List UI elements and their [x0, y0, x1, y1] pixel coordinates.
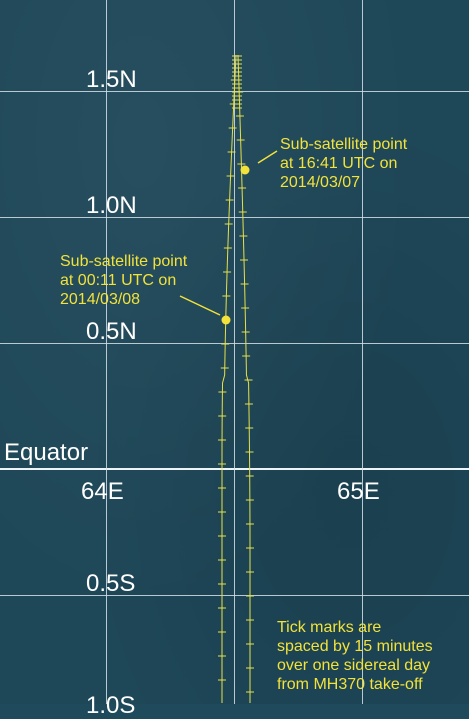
annotation-1-line-3: 2014/03/07: [280, 174, 361, 191]
sub-satellite-point-1-marker: [240, 165, 250, 175]
sub-satellite-point-2-marker: [221, 315, 231, 325]
annotation-sub-satellite-point-1: Sub-satellite point at 16:41 UTC on 2014…: [280, 135, 407, 192]
track-turnaround-ticks: [232, 55, 242, 109]
annotation-1-line-1: Sub-satellite point: [280, 136, 408, 153]
map-area: 1.5N 1.0N 0.5N 0.5S 1.0S Equator 64E 65E…: [0, 0, 469, 718]
annotation-2-line-1: Sub-satellite point: [60, 253, 188, 270]
tick-note-line-1: Tick marks are: [277, 619, 382, 636]
tick-note-line-3: over one sidereal day: [277, 657, 430, 674]
annotation-1-line-2: at 16:41 UTC on: [280, 155, 398, 172]
tick-marks-note: Tick marks are spaced by 15 minutes over…: [277, 618, 433, 694]
tick-note-line-2: spaced by 15 minutes: [277, 638, 433, 655]
annotation-sub-satellite-point-2: Sub-satellite point at 00:11 UTC on 2014…: [60, 252, 187, 309]
track-line-right: [237, 54, 251, 703]
annotation-1-leader: [257, 150, 278, 164]
tick-note-line-4: from MH370 take-off: [277, 676, 423, 693]
annotation-2-line-2: at 00:11 UTC on: [60, 272, 177, 289]
annotation-2-line-3: 2014/03/08: [60, 291, 141, 308]
satellite-ground-track: [179, 54, 278, 703]
